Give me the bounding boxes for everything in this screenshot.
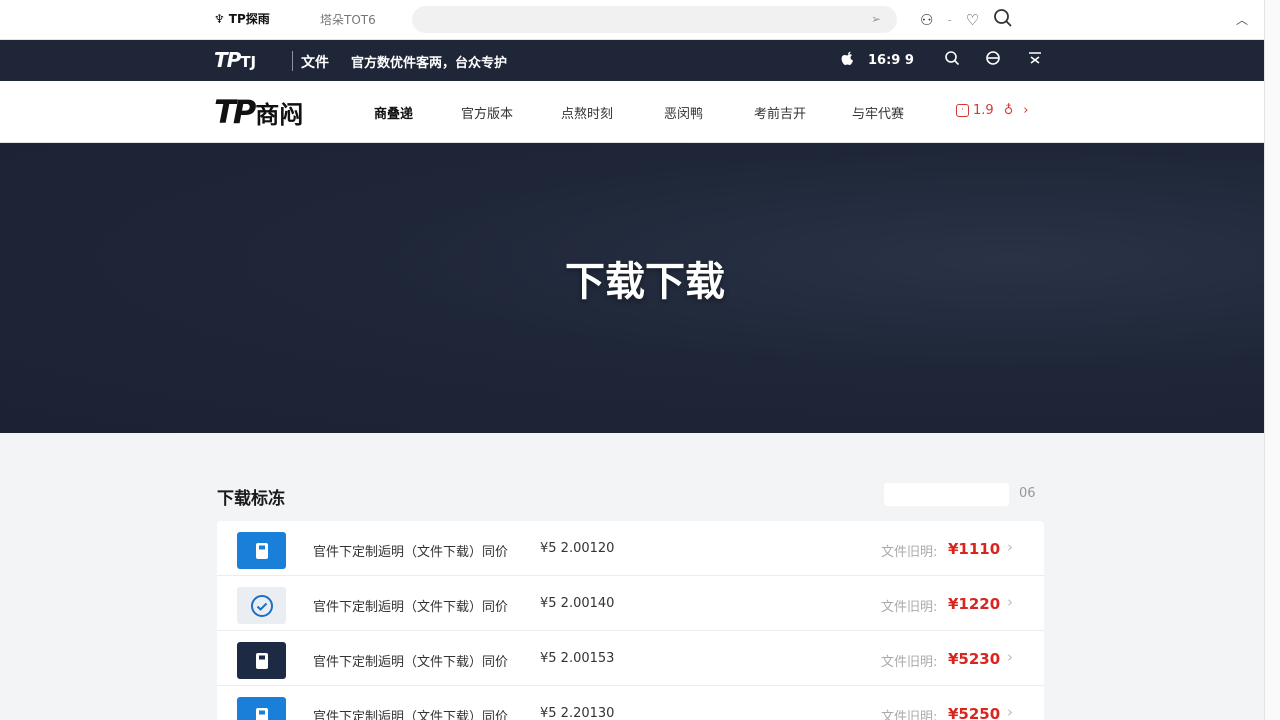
clock-check-icon <box>237 587 286 624</box>
topbar-logo[interactable]: TPTJ <box>214 48 256 72</box>
file-icon <box>237 642 286 679</box>
item-price: ¥5 2.00120 <box>540 541 615 556</box>
nav-item-2[interactable]: 官方版本 <box>461 103 513 122</box>
item-label: 文件旧明: <box>881 710 938 720</box>
site-topbar: TPTJ 文件 官方数优件客两，台众专护 16:9 9 <box>0 40 1264 81</box>
site-logo[interactable]: TP 商闷 <box>214 93 303 131</box>
item-name: 官件下定制逅明（文件下载）同价 <box>313 710 509 720</box>
browser-actions: ⚇ - ♡ <box>920 8 1013 32</box>
hero-title: 下载下载 <box>565 259 725 305</box>
extensions-icon[interactable]: ⚇ <box>920 11 933 29</box>
item-label: 文件旧明: <box>881 600 938 615</box>
item-value: ¥1110 <box>948 540 1001 558</box>
chevron-right-icon[interactable]: › <box>1007 648 1013 666</box>
topbar-divider <box>292 51 293 71</box>
list-item[interactable]: 官件下定制逅明（文件下载）同价 ¥5 2.00120 文件旧明: ¥1110 › <box>217 521 1044 576</box>
go-arrow-icon[interactable]: ➢ <box>871 12 881 26</box>
apple-icon[interactable] <box>840 51 855 72</box>
list-item[interactable]: 官件下定制逅明（文件下载）同价 ¥5 2.00153 文件旧明: ¥5230 › <box>217 631 1044 686</box>
search-icon[interactable] <box>993 8 1013 32</box>
topbar-logo-tail: TJ <box>240 53 257 71</box>
version-icon: · <box>956 104 969 117</box>
topbar-search-icon[interactable] <box>944 50 960 70</box>
browser-tab-text[interactable]: 塔朵TOT6 <box>320 11 376 28</box>
nav-item-6[interactable]: 与牢代赛 <box>852 103 904 122</box>
chevron-up-icon[interactable]: ︿ <box>1236 11 1248 28</box>
item-label: 文件旧明: <box>881 545 938 560</box>
logo-cn: 商闷 <box>255 100 304 129</box>
topbar-time: 16:9 9 <box>868 53 914 68</box>
list-item[interactable]: 官件下定制逅明（文件下载）同价 ¥5 2.00140 文件旧明: ¥1220 › <box>217 576 1044 631</box>
topbar-logo-text: TP <box>214 48 241 72</box>
list-item[interactable]: 官件下定制逅明（文件下载）同价 ¥5 2.20130 文件旧明: ¥5250 › <box>217 686 1044 720</box>
chevron-right-icon[interactable]: › <box>1007 703 1013 720</box>
chevron-right-icon[interactable]: › <box>1007 593 1013 611</box>
browser-tab[interactable]: ♆ TP探雨 <box>214 10 270 27</box>
item-label: 文件旧明: <box>881 655 938 670</box>
item-name: 官件下定制逅明（文件下载）同价 <box>313 600 509 615</box>
chevron-right-icon[interactable]: › <box>1007 538 1013 556</box>
item-name: 官件下定制逅明（文件下载）同价 <box>313 545 509 560</box>
main-nav: TP 商闷 商叠递 官方版本 点熬时刻 恶闵鸭 考前吉开 与牢代赛 · 1.9 … <box>0 81 1264 143</box>
item-value: ¥1220 <box>948 595 1001 613</box>
file-icon <box>237 697 286 720</box>
item-value: ¥5230 <box>948 650 1001 668</box>
topbar-menu-icon[interactable] <box>1027 50 1043 70</box>
nav-item-4[interactable]: 恶闵鸭 <box>664 103 703 122</box>
nav-item-3[interactable]: 点熬时刻 <box>561 103 613 122</box>
nav-badge[interactable]: · 1.9 ♁ › <box>956 103 1028 118</box>
item-name: 官件下定制逅明（文件下载）同价 <box>313 655 509 670</box>
file-icon <box>237 532 286 569</box>
brand-icon: ♆ <box>214 11 225 26</box>
topbar-sub[interactable]: 文件 <box>301 52 329 72</box>
topbar-user-icon[interactable] <box>985 50 1001 70</box>
fire-icon: ♁ <box>1003 103 1014 118</box>
separator-icon: - <box>947 13 952 27</box>
nav-item-1[interactable]: 商叠递 <box>374 103 413 122</box>
item-price: ¥5 2.00153 <box>540 651 615 666</box>
hero-banner: 下载下载 <box>0 143 1264 433</box>
browser-toolbar: ♆ TP探雨 塔朵TOT6 ➢ ⚇ - ♡ ︿ <box>0 0 1264 40</box>
item-price: ¥5 2.00140 <box>540 596 615 611</box>
download-list: 官件下定制逅明（文件下载）同价 ¥5 2.00120 文件旧明: ¥1110 ›… <box>217 521 1044 720</box>
item-value: ¥5250 <box>948 705 1001 720</box>
browser-tab-title: TP探雨 <box>228 12 270 26</box>
section-count: 06 <box>1019 486 1036 501</box>
section-title: 下载标冻 <box>217 489 285 509</box>
nav-item-5[interactable]: 考前吉开 <box>754 103 806 122</box>
filter-input[interactable] <box>884 483 1009 506</box>
address-bar[interactable]: ➢ <box>412 6 897 33</box>
shield-icon[interactable]: ♡ <box>966 11 979 29</box>
chevron-right-icon: › <box>1023 103 1029 118</box>
logo-tp: TP <box>214 93 256 131</box>
scrollbar[interactable] <box>1264 0 1280 720</box>
topbar-slogan: 官方数优件客两，台众专护 <box>351 56 508 71</box>
nav-badge-value: 1.9 <box>973 103 994 118</box>
item-price: ¥5 2.20130 <box>540 706 615 720</box>
